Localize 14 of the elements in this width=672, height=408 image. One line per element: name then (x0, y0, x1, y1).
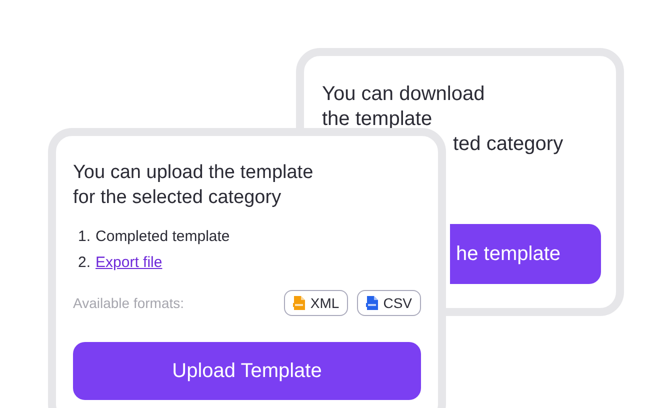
list-number: 1. (78, 226, 91, 247)
card-title: You can download (322, 82, 486, 107)
export-file-link[interactable]: Export file (96, 252, 162, 274)
format-chip[interactable]: CSV (357, 290, 421, 316)
formats-label: Available formats: (73, 294, 184, 312)
list-item-text: Completed template (96, 226, 230, 247)
card-title: for the selected category (73, 186, 282, 210)
card-title: ted category (452, 132, 564, 157)
upload-button[interactable]: Upload Template (73, 342, 421, 400)
format-chip[interactable]: XML (284, 290, 348, 316)
list-number: 2. (78, 252, 91, 273)
card-title: the template (322, 107, 434, 132)
download-button[interactable]: he template (450, 224, 601, 284)
card-title: You can upload the template (73, 161, 314, 185)
